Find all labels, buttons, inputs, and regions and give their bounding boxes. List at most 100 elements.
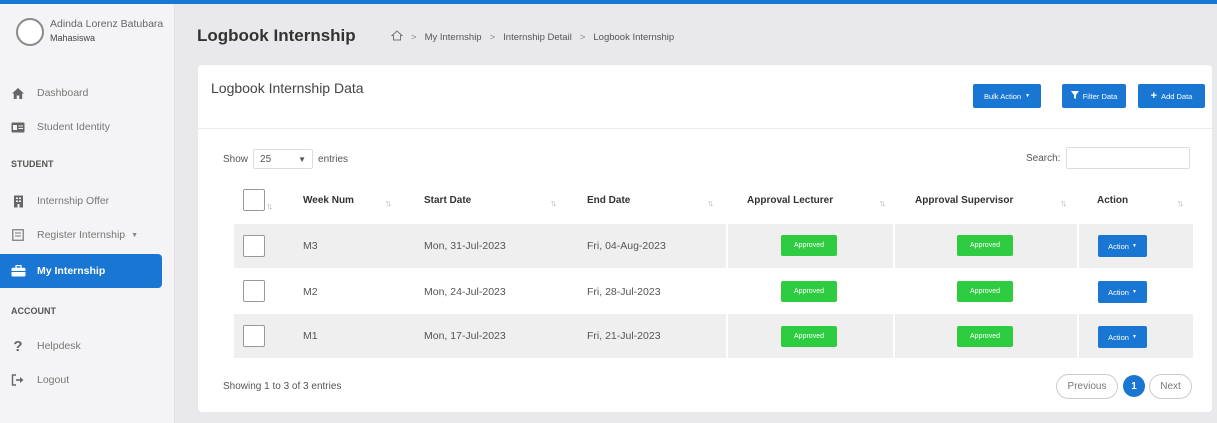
sidebar-item-label: Logout [37,374,70,386]
breadcrumb-separator: > [579,31,586,43]
question-icon: ? [13,337,23,355]
breadcrumb: > My Internship > Internship Detail > Lo… [390,30,675,44]
end-date-cell: Fri, 04-Aug-2023 [587,240,666,252]
home-icon[interactable] [390,30,404,44]
next-page-button[interactable]: Next [1149,374,1192,399]
row-checkbox[interactable] [243,325,265,347]
breadcrumb-item: Logbook Internship [593,31,675,43]
start-date-cell: Mon, 24-Jul-2023 [424,286,506,298]
column-header-end-date[interactable]: End Date [587,195,630,206]
top-accent-bar [0,0,1217,4]
sort-icon[interactable]: ↑↓ [266,201,273,211]
avatar [16,18,44,46]
breadcrumb-item[interactable]: My Internship [425,32,482,43]
sidebar-item-dashboard[interactable]: Dashboard [0,76,162,110]
sidebar: Adinda Lorenz Batubara Mahasiswa Dashboa… [0,4,175,423]
lecturer-approval-badge: Approved [781,281,837,302]
search-input[interactable] [1066,147,1191,169]
lecturer-approval-badge: Approved [781,235,837,256]
entries-select[interactable]: 25 ▼ [253,149,314,169]
sidebar-item-label: Internship Offer [37,195,110,207]
sort-icon[interactable]: ↑↓ [1060,198,1067,208]
row-action-button[interactable]: Action ▼ [1098,326,1147,348]
sort-icon[interactable]: ↑↓ [1177,198,1184,208]
sort-icon[interactable]: ↑↓ [879,198,886,208]
sidebar-item-label: Helpdesk [37,340,81,352]
week-num-cell: M1 [303,330,318,342]
action-label: Action [1108,241,1129,251]
supervisor-approval-badge: Approved [957,281,1013,302]
row-checkbox[interactable] [243,280,265,302]
column-divider [726,224,728,268]
select-all-checkbox[interactable] [243,189,265,211]
logbook-card: Logbook Internship Data Bulk Action ▼ Fi… [198,65,1212,412]
section-student: STUDENT [11,159,54,169]
caret-down-icon: ▼ [1131,243,1137,249]
row-checkbox[interactable] [243,235,265,257]
plus-icon: + [1150,90,1158,102]
start-date-cell: Mon, 17-Jul-2023 [424,330,506,342]
supervisor-approval-badge: Approved [957,235,1013,256]
start-date-cell: Mon, 31-Jul-2023 [424,240,506,252]
search-control: Search: [1026,147,1191,169]
sidebar-item-label: My Internship [37,265,106,277]
column-header-week-num[interactable]: Week Num [303,195,354,206]
column-divider [1077,314,1079,358]
week-num-cell: M3 [303,240,318,252]
column-header-action[interactable]: Action [1097,195,1128,206]
briefcase-icon [10,263,26,279]
add-data-button[interactable]: + Add Data [1138,84,1205,108]
column-header-start-date[interactable]: Start Date [424,195,471,206]
sidebar-item-register-internship[interactable]: Register Internship ▼ [0,218,162,252]
sidebar-item-logout[interactable]: Logout [0,363,162,397]
week-num-cell: M2 [303,286,318,298]
table-row: M1 Mon, 17-Jul-2023 Fri, 21-Jul-2023 App… [234,314,1193,358]
filter-data-button[interactable]: Filter Data [1062,84,1126,108]
breadcrumb-separator: > [411,31,417,43]
end-date-cell: Fri, 28-Jul-2023 [587,286,661,298]
user-name: Adinda Lorenz Batubara [50,18,164,30]
sidebar-item-my-internship[interactable]: My Internship [0,254,162,288]
entries-value: 25 [260,153,272,165]
column-divider [893,314,895,358]
caret-down-icon: ▼ [1131,334,1137,340]
sidebar-item-internship-offer[interactable]: Internship Offer [0,184,162,218]
page-1-button[interactable]: 1 [1123,375,1145,397]
filter-icon [1070,91,1079,101]
page-title: Logbook Internship [197,26,356,45]
end-date-cell: Fri, 21-Jul-2023 [587,330,661,342]
sidebar-item-label: Register Internship [37,229,126,241]
supervisor-approval-badge: Approved [957,326,1013,347]
show-label: Show [223,153,249,165]
add-data-label: Add Data [1161,91,1193,101]
sidebar-item-label: Student Identity [37,121,110,133]
search-label: Search: [1026,152,1061,164]
sort-icon[interactable]: ↑↓ [707,198,714,208]
bulk-action-button[interactable]: Bulk Action ▼ [973,84,1041,108]
logout-icon [10,372,26,388]
column-header-approval-supervisor[interactable]: Approval Supervisor [915,195,1013,206]
lecturer-approval-badge: Approved [781,326,837,347]
id-card-icon [10,119,26,135]
row-action-button[interactable]: Action ▼ [1098,235,1147,257]
sidebar-item-helpdesk[interactable]: ? Helpdesk [0,329,162,363]
card-divider [198,128,1212,129]
column-divider [893,224,895,268]
user-role: Mahasiswa [50,33,96,43]
column-divider [726,314,728,358]
breadcrumb-item[interactable]: Internship Detail [503,32,572,43]
building-icon [10,193,26,209]
column-header-approval-lecturer[interactable]: Approval Lecturer [747,195,833,206]
sort-icon[interactable]: ↑↓ [385,198,392,208]
user-profile[interactable]: Adinda Lorenz Batubara Mahasiswa [16,16,174,52]
previous-page-button[interactable]: Previous [1056,374,1118,399]
row-action-button[interactable]: Action ▼ [1098,281,1147,303]
entries-label: entries [318,153,349,165]
chevron-down-icon: ▼ [131,231,139,239]
table-row: M3 Mon, 31-Jul-2023 Fri, 04-Aug-2023 App… [234,224,1193,268]
card-title: Logbook Internship Data [211,80,364,96]
breadcrumb-separator: > [489,31,496,43]
section-account: ACCOUNT [11,306,56,316]
sidebar-item-student-identity[interactable]: Student Identity [0,110,162,144]
sort-icon[interactable]: ↑↓ [550,198,557,208]
